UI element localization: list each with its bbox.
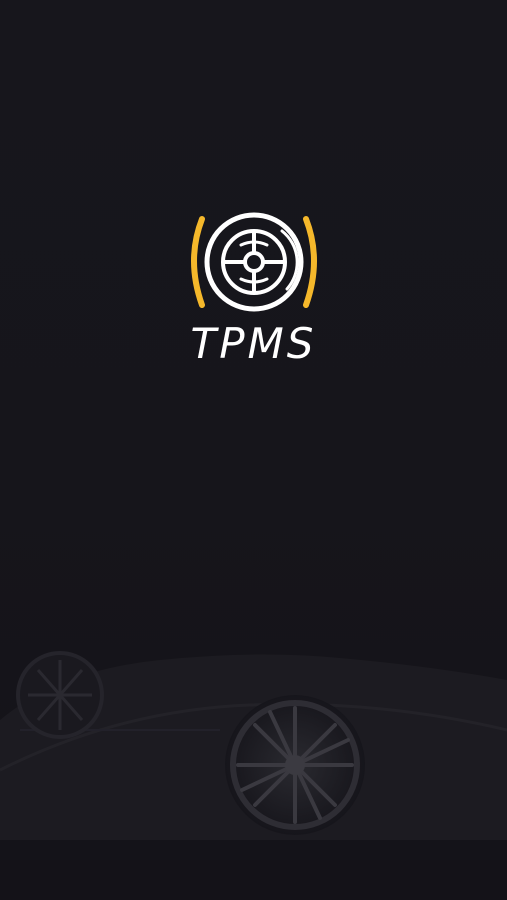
- tire-pressure-icon: [190, 212, 317, 312]
- splash-screen: TPMS: [0, 0, 507, 900]
- app-name-label: TPMS: [190, 319, 317, 368]
- car-background-image: [0, 651, 507, 900]
- app-logo: TPMS: [0, 205, 507, 365]
